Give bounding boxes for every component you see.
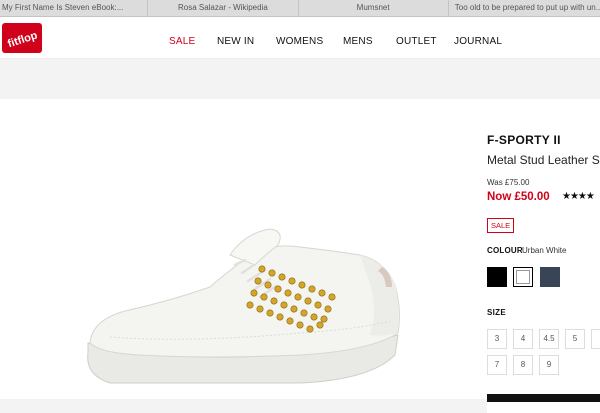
size-option[interactable]: 8 [513,355,533,375]
size-option[interactable]: 4 [513,329,533,349]
browser-tab-4[interactable]: Too old to be prepared to put up with un… [449,0,600,17]
nav-journal[interactable]: JOURNAL [454,36,502,47]
browser-tab-2[interactable]: Rosa Salazar - Wikipedia [148,0,299,17]
colour-label: COLOUR [487,246,523,255]
size-option[interactable]: 4.5 [539,329,559,349]
browser-tab-strip: My First Name Is Steven eBook:... Rosa S… [0,0,600,17]
add-to-bag-button[interactable] [487,394,600,402]
footer-band [0,399,487,413]
site-header: fitflop SALE NEW IN WOMENS MENS OUTLET J… [0,17,600,59]
swatch-navy[interactable] [540,267,560,287]
now-price: Now £50.00 [487,191,550,203]
sneaker-image [87,228,400,384]
browser-tab-1[interactable]: My First Name Is Steven eBook:... [0,0,149,17]
product-name: Metal Stud Leather Sn [487,153,600,167]
sale-badge: SALE [487,218,515,233]
product-image[interactable] [70,225,420,395]
browser-tab-3[interactable]: Mumsnet [299,0,449,17]
size-option-partial[interactable] [591,329,600,349]
fitflop-logo-mark: fitflop [2,23,42,53]
colour-value: Urban White [522,246,567,255]
size-option[interactable]: 7 [487,355,507,375]
rating-stars[interactable]: ★★★★ [562,191,595,202]
promo-band [0,59,600,99]
fitflop-logo[interactable]: fitflop [2,23,42,53]
nav-sale[interactable]: SALE [169,36,195,47]
nav-new-in[interactable]: NEW IN [217,36,254,47]
swatch-black[interactable] [487,267,507,287]
nav-womens[interactable]: WOMENS [276,36,323,47]
nav-outlet[interactable]: OUTLET [396,36,437,47]
swatch-urban-white[interactable] [512,266,534,288]
nav-mens[interactable]: MENS [343,36,373,47]
was-price: Was £75.00 [487,178,530,187]
size-option[interactable]: 9 [539,355,559,375]
product-brand: F-SPORTY II [487,133,561,147]
size-option[interactable]: 3 [487,329,507,349]
size-label: SIZE [487,308,506,317]
size-option[interactable]: 5 [565,329,585,349]
